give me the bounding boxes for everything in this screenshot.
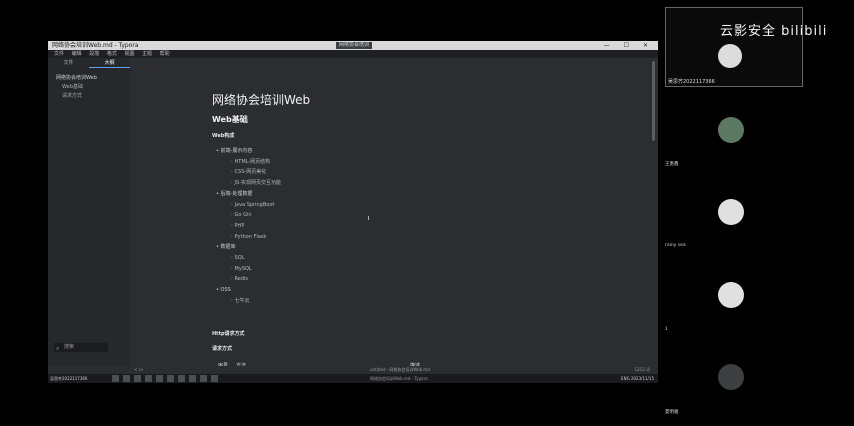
bullet-item: CSS-网页美化: [216, 167, 281, 178]
window-tab[interactable]: 网络协会培训: [336, 42, 373, 49]
app-icon[interactable]: [178, 375, 185, 382]
avatar[interactable]: [718, 117, 744, 143]
bullet-item: 后端-处理数据: [216, 189, 281, 200]
app-icon[interactable]: [145, 375, 152, 382]
bullet-item: PHP: [216, 221, 281, 232]
app-icon[interactable]: [134, 375, 141, 382]
tab-files[interactable]: 文件: [48, 58, 89, 68]
presenter-tile[interactable]: 云影安全 bilibili 吴思齐2022117366: [665, 7, 826, 87]
avatar[interactable]: [718, 364, 744, 390]
doc-heading-4: Http请求方式: [212, 331, 245, 337]
participant-name: rainy sea: [665, 243, 686, 248]
menu-view[interactable]: 视图: [124, 51, 134, 57]
app-icon[interactable]: [123, 375, 130, 382]
source-mode-toggle[interactable]: < />: [134, 366, 143, 374]
doc-title: 网络协会培训Web: [212, 93, 311, 107]
close-icon[interactable]: ✕: [643, 42, 654, 49]
bullet-item: Redis: [216, 274, 281, 285]
file-path: untitled - 网络协会培训Web.md: [370, 367, 430, 372]
presenter-name: 吴思齐2022117366: [668, 79, 715, 85]
menu-file[interactable]: 文件: [54, 51, 64, 57]
maximize-icon[interactable]: ☐: [624, 42, 635, 49]
outline-item[interactable]: Web基础: [48, 83, 130, 92]
document-editor[interactable]: 网络协会培训Web Web基础 Web构成 前端-展示内容HTML-网页结构CS…: [130, 58, 650, 366]
bullet-item: Python Flask: [216, 232, 281, 243]
search-placeholder: 搜索: [64, 344, 75, 350]
participant-name: 1: [665, 327, 668, 332]
window-titlebar: 网络协会培训Web.md - Typora 网络协会培训 — ☐ ✕: [48, 41, 658, 50]
app-icon[interactable]: [189, 375, 196, 382]
presenter-label: 吴思齐2022117366: [50, 376, 88, 381]
bullet-item: OSS: [216, 285, 281, 296]
statusbar: < /> untitled - 网络协会培训Web.md 1213 词: [130, 366, 658, 374]
doc-heading-2: Web基础: [212, 115, 248, 124]
bullet-item: HTML-网页结构: [216, 157, 281, 168]
app-icon[interactable]: [156, 375, 163, 382]
watermark: 云影安全 bilibili: [720, 24, 828, 39]
minimize-icon[interactable]: —: [604, 42, 616, 49]
scrollbar[interactable]: [652, 61, 655, 141]
app-icon[interactable]: [200, 375, 207, 382]
menu-help[interactable]: 帮助: [160, 51, 170, 57]
taskbar-window-title: 网络协会培训Web.md - Typora: [370, 376, 428, 381]
window-title: 网络协会培训Web.md - Typora: [52, 42, 139, 49]
shared-screen: 网络协会培训Web.md - Typora 网络协会培训 — ☐ ✕ 文件 编辑…: [48, 41, 658, 383]
sidebar: 文件 大纲 网络协会培训Web Web基础 请求方式 ⌕ 搜索: [48, 58, 130, 366]
menubar: 文件 编辑 段落 格式 视图 主题 帮助: [48, 50, 658, 58]
bullet-item: Java SpringBoot: [216, 200, 281, 211]
bullet-item: JS-实现网页交互功能: [216, 178, 281, 189]
tab-outline[interactable]: 大纲: [89, 58, 130, 68]
app-icon[interactable]: [112, 375, 119, 382]
menu-format[interactable]: 格式: [107, 51, 117, 57]
doc-bullet-list: 前端-展示内容HTML-网页结构CSS-网页美化JS-实现网页交互功能后端-处理…: [216, 146, 281, 307]
outline-item[interactable]: 请求方式: [48, 92, 130, 101]
window-controls[interactable]: — ☐ ✕: [604, 41, 654, 50]
taskbar: 吴思齐2022117366 网络协会培训Web.md - Typora ENG …: [48, 374, 658, 383]
search-input[interactable]: ⌕ 搜索: [54, 343, 108, 352]
avatar[interactable]: [718, 199, 744, 225]
app-icon[interactable]: [211, 375, 218, 382]
menu-theme[interactable]: 主题: [142, 51, 152, 57]
menu-paragraph[interactable]: 段落: [89, 51, 99, 57]
bullet-item: 七牛云: [216, 296, 281, 307]
app-icon[interactable]: [167, 375, 174, 382]
avatar: [718, 44, 742, 68]
participant-name: 夏明雅: [665, 410, 679, 415]
text-cursor-icon: [368, 216, 369, 220]
bullet-item: SQL: [216, 253, 281, 264]
doc-heading-4: 请求方式: [212, 346, 233, 352]
bullet-item: MySQL: [216, 264, 281, 275]
taskbar-apps: [112, 375, 218, 382]
outline-item[interactable]: 网络协会培训Web: [48, 74, 130, 83]
search-icon: ⌕: [56, 345, 60, 352]
doc-heading-3: Web构成: [212, 133, 235, 139]
word-count: 1213 词: [634, 367, 650, 372]
outline-list: 网络协会培训Web Web基础 请求方式: [48, 74, 130, 101]
bullet-item: Go Gin: [216, 210, 281, 221]
participant-name: 王墨鑫: [665, 162, 679, 167]
avatar[interactable]: [718, 282, 744, 308]
bullet-item: 数据库: [216, 242, 281, 253]
system-tray: ENG 2023/11/15: [621, 376, 654, 381]
sidebar-tabs: 文件 大纲: [48, 58, 130, 68]
bullet-item: 前端-展示内容: [216, 146, 281, 157]
menu-edit[interactable]: 编辑: [72, 51, 82, 57]
